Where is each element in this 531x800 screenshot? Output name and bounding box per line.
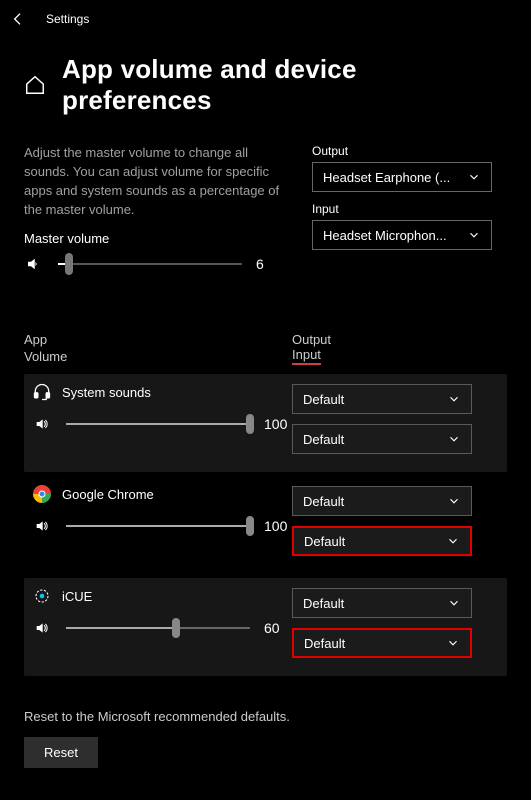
chevron-down-icon [467,228,481,242]
chevron-down-icon [447,494,461,508]
app-volume-slider[interactable] [66,423,250,425]
chevron-down-icon [467,170,481,184]
description-text: Adjust the master volume to change all s… [24,144,284,219]
column-headers: App Volume Output Input [24,332,507,374]
app-row: Google Chrome 100 Default Default [24,476,507,574]
page-title: App volume and device preferences [62,54,507,116]
master-volume-label: Master volume [24,231,284,246]
page-header: App volume and device preferences [0,38,531,126]
app-speaker-icon[interactable] [32,618,52,638]
reset-description: Reset to the Microsoft recommended defau… [24,708,507,727]
chevron-down-icon [446,636,460,650]
window-title: Settings [46,12,89,26]
app-input-select[interactable]: Default [292,526,472,556]
app-output-select[interactable]: Default [292,384,472,414]
app-input-value: Default [304,636,345,651]
app-output-value: Default [303,494,344,509]
app-name: System sounds [62,385,151,400]
app-input-select[interactable]: Default [292,424,472,454]
app-row: System sounds 100 Default Default [24,374,507,472]
global-input-value: Headset Microphon... [323,228,447,243]
app-row: iCUE 60 Default Default [24,578,507,676]
col-input-label: Input [292,347,321,365]
app-input-value: Default [304,534,345,549]
chevron-down-icon [447,392,461,406]
app-volume-value: 100 [264,518,292,534]
app-output-value: Default [303,596,344,611]
app-volume-value: 100 [264,416,292,432]
icue-icon [32,586,52,606]
app-output-select[interactable]: Default [292,486,472,516]
chevron-down-icon [447,432,461,446]
global-output-value: Headset Earphone (... [323,170,450,185]
home-icon[interactable] [24,74,46,96]
master-volume-value: 6 [256,256,284,272]
global-output-label: Output [312,144,507,158]
headset-icon [32,382,52,402]
app-name: iCUE [62,589,92,604]
chevron-down-icon [447,596,461,610]
app-output-select[interactable]: Default [292,588,472,618]
app-volume-slider[interactable] [66,627,250,629]
global-input-select[interactable]: Headset Microphon... [312,220,492,250]
col-app-label: App [24,332,47,347]
app-name: Google Chrome [62,487,154,502]
back-button[interactable] [8,9,28,29]
global-output-select[interactable]: Headset Earphone (... [312,162,492,192]
app-output-value: Default [303,392,344,407]
col-volume-label: Volume [24,349,67,364]
app-volume-slider[interactable] [66,525,250,527]
chevron-down-icon [446,534,460,548]
app-speaker-icon[interactable] [32,516,52,536]
app-volume-value: 60 [264,620,292,636]
col-output-label: Output [292,332,331,347]
app-input-value: Default [303,432,344,447]
app-input-select[interactable]: Default [292,628,472,658]
master-volume-slider[interactable] [58,263,242,265]
global-input-label: Input [312,202,507,216]
chrome-icon [32,484,52,504]
master-speaker-icon[interactable] [24,254,44,274]
window-titlebar: Settings [0,0,531,38]
reset-button[interactable]: Reset [24,737,98,768]
app-speaker-icon[interactable] [32,414,52,434]
